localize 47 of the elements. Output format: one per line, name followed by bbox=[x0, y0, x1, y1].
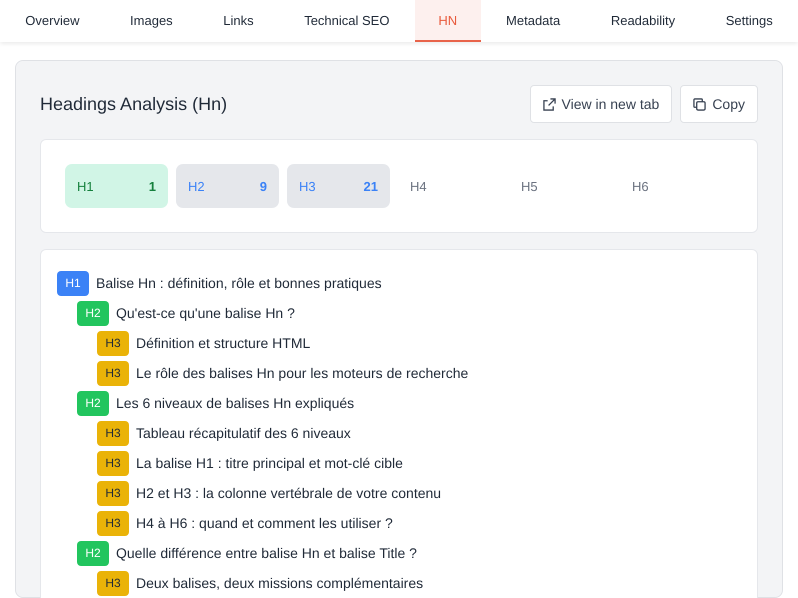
copy-icon bbox=[693, 98, 706, 110]
level-label: H4 bbox=[410, 178, 427, 194]
level-count: 9 bbox=[260, 178, 267, 194]
level-label: H5 bbox=[521, 178, 538, 194]
tab[interactable]: Readability bbox=[586, 0, 700, 42]
heading-level-badge: H2 bbox=[77, 390, 109, 416]
heading-level-badge: H3 bbox=[97, 570, 129, 596]
tab[interactable]: Technical SEO bbox=[278, 0, 415, 42]
level-label: H6 bbox=[632, 178, 649, 194]
external-link-icon bbox=[542, 98, 556, 110]
heading-text: H2 et H3 : la colonne vertébrale de votre contenu bbox=[136, 485, 442, 501]
tab[interactable]: Images bbox=[104, 0, 198, 42]
heading-level-chip[interactable]: H4 bbox=[398, 164, 501, 208]
heading-level-chip[interactable]: H1 1 bbox=[65, 164, 168, 208]
view-in-new-tab-button[interactable]: View in new tab bbox=[530, 85, 672, 123]
tab[interactable]: Settings bbox=[700, 0, 798, 42]
copy-button[interactable]: Copy bbox=[680, 85, 758, 123]
heading-text: La balise H1 : titre principal et mot-clé cible bbox=[136, 455, 403, 471]
heading-level-badge: H3 bbox=[97, 420, 129, 446]
heading-level-badge: H1 bbox=[57, 270, 89, 296]
heading-level-badge: H3 bbox=[97, 480, 129, 506]
level-label: H3 bbox=[299, 178, 316, 194]
level-count: 21 bbox=[364, 178, 378, 194]
heading-text: Les 6 niveaux de balises Hn expliqués bbox=[116, 395, 354, 411]
tab[interactable]: Overview bbox=[0, 0, 105, 42]
tab[interactable]: Links bbox=[198, 0, 279, 42]
heading-level-chip[interactable]: H6 bbox=[620, 164, 723, 208]
heading-level-chip[interactable]: H5 bbox=[509, 164, 612, 208]
level-count: 1 bbox=[148, 178, 156, 194]
heading-level-badge: H3 bbox=[97, 360, 129, 386]
panel-title: Headings Analysis (Hn) bbox=[40, 94, 228, 114]
tab[interactable]: Metadata bbox=[480, 0, 586, 42]
heading-text: Le rôle des balises Hn pour les moteurs de recherche bbox=[136, 365, 468, 381]
heading-level-badge: H3 bbox=[97, 330, 129, 356]
level-label: H1 bbox=[77, 178, 94, 194]
heading-text: Tableau récapitulatif des 6 niveaux bbox=[136, 425, 351, 441]
heading-text: Deux balises, deux missions complémentaires bbox=[136, 575, 424, 591]
heading-level-badge: H2 bbox=[77, 300, 109, 326]
heading-text: Qu'est-ce qu'une balise Hn ? bbox=[116, 305, 295, 321]
heading-text: Définition et structure HTML bbox=[136, 335, 310, 351]
heading-level-badge: H2 bbox=[77, 540, 109, 566]
heading-level-badge: H3 bbox=[97, 450, 129, 476]
level-label: H2 bbox=[188, 178, 205, 194]
heading-text: Balise Hn : définition, rôle et bonnes pratiques bbox=[96, 275, 382, 291]
heading-level-badge: H3 bbox=[97, 510, 129, 536]
heading-text: Quelle différence entre balise Hn et balise Title ? bbox=[116, 545, 417, 561]
heading-text: H4 à H6 : quand et comment les utiliser ? bbox=[136, 515, 393, 531]
